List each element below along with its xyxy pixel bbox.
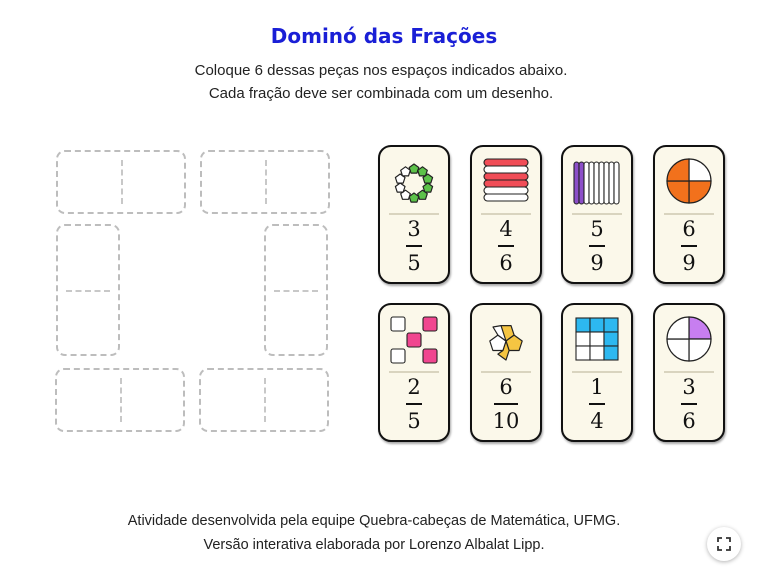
fullscreen-icon (717, 537, 731, 551)
fraction-denominator: 5 (407, 250, 421, 275)
fraction-label: 1 4 (563, 375, 631, 432)
stacked-bars-picture (483, 158, 529, 202)
orange-circle-picture (666, 158, 712, 204)
pink-squares-picture (390, 316, 438, 364)
fraction-denominator: 6 (682, 408, 696, 433)
fraction-numerator: 1 (590, 375, 604, 399)
fraction-label: 6 9 (655, 217, 723, 274)
fraction-denominator: 9 (590, 250, 604, 275)
domino-tile-3-5[interactable]: 3 5 (378, 145, 450, 284)
drop-slot-bottom-left[interactable] (55, 368, 185, 432)
fraction-label: 3 6 (655, 375, 723, 432)
vertical-bars-picture (573, 161, 620, 205)
fraction-denominator: 4 (590, 408, 604, 433)
fraction-denominator: 9 (682, 250, 696, 275)
domino-tile-6-9[interactable]: 6 9 (653, 145, 725, 284)
pentagon-ring-picture (394, 163, 434, 203)
fraction-label: 4 6 (472, 217, 540, 274)
credits-line-1: Atividade desenvolvida pela equipe Quebr… (127, 513, 621, 529)
pentagon-flower-picture (489, 325, 523, 361)
fraction-numerator: 6 (682, 217, 696, 241)
fraction-label: 3 5 (380, 217, 448, 274)
page-title: Dominó das Frações (270, 24, 498, 48)
domino-tile-3-6[interactable]: 3 6 (653, 303, 725, 442)
domino-tile-5-9[interactable]: 5 9 (561, 145, 633, 284)
fraction-numerator: 2 (407, 375, 421, 399)
fraction-label: 5 9 (563, 217, 631, 274)
fraction-numerator: 3 (682, 375, 696, 399)
fraction-denominator: 6 (499, 250, 513, 275)
fraction-denominator: 10 (492, 408, 520, 433)
domino-tile-4-6[interactable]: 4 6 (470, 145, 542, 284)
fraction-bar (406, 245, 422, 247)
fraction-bar (406, 403, 422, 405)
tile-divider (664, 371, 714, 373)
drop-slot-bottom-right[interactable] (199, 368, 329, 432)
domino-tile-2-5[interactable]: 2 5 (378, 303, 450, 442)
tile-divider (664, 213, 714, 215)
drop-slot-top-right[interactable] (200, 150, 330, 214)
fraction-bar (681, 245, 697, 247)
fraction-bar (494, 403, 518, 405)
fraction-numerator: 4 (499, 217, 513, 241)
instruction-line-2: Cada fração deve ser combinada com um de… (208, 85, 554, 102)
tile-divider (481, 371, 531, 373)
fraction-bar (589, 403, 605, 405)
credits-line-2: Versão interativa elaborada por Lorenzo … (203, 537, 545, 553)
fraction-numerator: 5 (590, 217, 604, 241)
tile-divider (481, 213, 531, 215)
blue-grid-picture (575, 317, 619, 361)
domino-tile-6-10[interactable]: 6 10 (470, 303, 542, 442)
fraction-bar (681, 403, 697, 405)
instruction-line-1: Coloque 6 dessas peças nos espaços indic… (194, 62, 568, 79)
drop-slot-left[interactable] (56, 224, 120, 356)
fraction-label: 2 5 (380, 375, 448, 432)
tile-divider (572, 371, 622, 373)
fraction-bar (498, 245, 514, 247)
fraction-bar (589, 245, 605, 247)
fraction-label: 6 10 (472, 375, 540, 432)
tile-divider (389, 371, 439, 373)
tile-divider (389, 213, 439, 215)
fraction-numerator: 3 (407, 217, 421, 241)
fraction-numerator: 6 (499, 375, 513, 399)
tile-divider (572, 213, 622, 215)
drop-slot-right[interactable] (264, 224, 328, 356)
domino-tile-1-4[interactable]: 1 4 (561, 303, 633, 442)
fullscreen-button[interactable] (707, 527, 741, 561)
fraction-denominator: 5 (407, 408, 421, 433)
purple-circle-picture (666, 316, 712, 362)
drop-slot-top-left[interactable] (56, 150, 186, 214)
